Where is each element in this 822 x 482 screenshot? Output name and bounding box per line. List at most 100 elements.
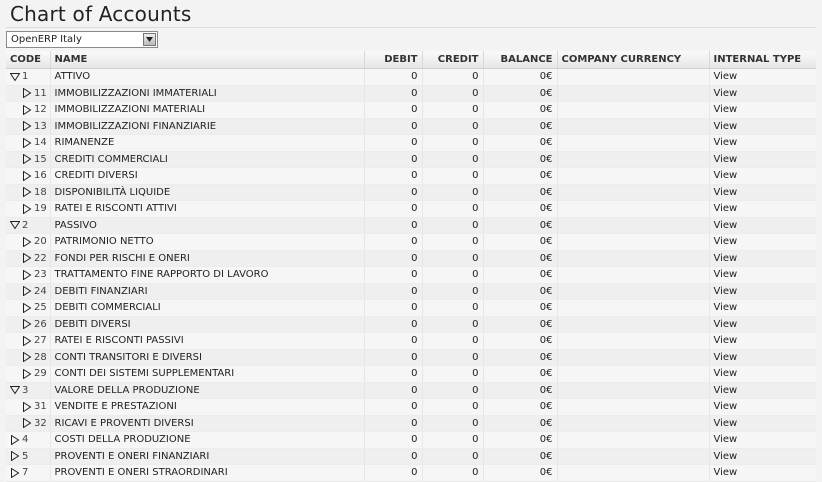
collapsed-triangle-icon[interactable] [22,417,32,429]
internal-type-link[interactable]: View [714,368,738,379]
cell-internal-type[interactable]: View [708,415,816,432]
table-row[interactable]: 12 IMMOBILIZZAZIONI MATERIALI 0 0 0€ View [6,101,816,119]
cell-code[interactable]: 16 [6,167,50,185]
cell-code[interactable]: 15 [6,151,50,168]
internal-type-link[interactable]: View [714,236,738,247]
cell-code[interactable]: 26 [6,316,50,333]
collapsed-triangle-icon[interactable] [10,450,20,462]
cell-internal-type[interactable]: View [708,200,816,218]
table-row[interactable]: 18 DISPONIBILITÀ LIQUIDE 0 0 0€ View [6,184,816,201]
cell-code[interactable]: 31 [6,398,50,416]
cell-internal-type[interactable]: View [708,217,816,234]
cell-internal-type[interactable]: View [708,184,816,201]
table-row[interactable]: 29 CONTI DEI SISTEMI SUPPLEMENTARI 0 0 0€ Vie… [6,365,816,383]
cell-code[interactable]: 13 [6,118,50,135]
collapsed-triangle-icon[interactable] [22,153,32,165]
cell-internal-type[interactable]: View [708,299,816,317]
internal-type-link[interactable]: View [714,302,738,313]
cell-code[interactable]: 24 [6,283,50,300]
cell-code[interactable]: 20 [6,233,50,251]
table-row[interactable]: 19 RATEI E RISCONTI ATTIVI 0 0 0€ View [6,200,816,218]
cell-internal-type[interactable]: View [708,134,816,152]
internal-type-link[interactable]: View [714,319,738,330]
cell-internal-type[interactable]: View [708,431,816,449]
cell-code[interactable]: 27 [6,332,50,350]
table-row[interactable]: 32 RICAVI E PROVENTI DIVERSI 0 0 0€ View [6,415,816,432]
expanded-triangle-icon[interactable] [9,385,21,395]
collapsed-triangle-icon[interactable] [22,285,32,297]
column-header-credit[interactable]: CREDIT [421,51,483,69]
table-row[interactable]: 28 CONTI TRANSITORI E DIVERSI 0 0 0€ View [6,349,816,366]
collapsed-triangle-icon[interactable] [22,401,32,413]
cell-internal-type[interactable]: View [708,85,816,102]
column-header-balance[interactable]: BALANCE [482,51,557,69]
cell-code[interactable]: 2 [6,217,50,234]
table-row[interactable]: 31 VENDITE E PRESTAZIONI 0 0 0€ View [6,398,816,416]
collapsed-triangle-icon[interactable] [22,203,32,215]
column-header-code[interactable]: CODE [6,51,50,69]
table-row[interactable]: 22 FONDI PER RISCHI E ONERI 0 0 0€ View [6,250,816,267]
collapsed-triangle-icon[interactable] [10,467,20,479]
internal-type-link[interactable]: View [714,286,738,297]
cell-code[interactable]: 14 [6,134,50,152]
dropdown-arrow-icon[interactable] [143,33,156,46]
cell-internal-type[interactable]: View [708,398,816,416]
cell-code[interactable]: 4 [6,431,50,449]
table-row[interactable]: 20 PATRIMONIO NETTO 0 0 0€ View [6,233,816,251]
internal-type-link[interactable]: View [714,137,738,148]
table-row[interactable]: 14 RIMANENZE 0 0 0€ View [6,134,816,152]
internal-type-link[interactable]: View [714,335,738,346]
table-row[interactable]: 5 PROVENTI E ONERI FINANZIARI 0 0 0€ View [6,448,816,465]
internal-type-link[interactable]: View [714,401,738,412]
cell-internal-type[interactable]: View [708,101,816,119]
expanded-triangle-icon[interactable] [9,72,21,82]
collapsed-triangle-icon[interactable] [22,252,32,264]
collapsed-triangle-icon[interactable] [22,186,32,198]
cell-code[interactable]: 22 [6,250,50,267]
internal-type-link[interactable]: View [714,434,738,445]
cell-internal-type[interactable]: View [708,266,816,284]
internal-type-link[interactable]: View [714,269,738,280]
table-row[interactable]: 7 PROVENTI E ONERI STRAORDINARI 0 0 0€ View [6,464,816,482]
cell-code[interactable]: 25 [6,299,50,317]
cell-code[interactable]: 32 [6,415,50,432]
collapsed-triangle-icon[interactable] [22,170,32,182]
cell-code[interactable]: 23 [6,266,50,284]
cell-code[interactable]: 12 [6,101,50,119]
collapsed-triangle-icon[interactable] [22,318,32,330]
collapsed-triangle-icon[interactable] [22,137,32,149]
table-row[interactable]: 24 DEBITI FINANZIARI 0 0 0€ View [6,283,816,300]
collapsed-triangle-icon[interactable] [22,368,32,380]
collapsed-triangle-icon[interactable] [22,351,32,363]
table-row[interactable]: 15 CREDITI COMMERCIALI 0 0 0€ View [6,151,816,168]
cell-code[interactable]: 29 [6,365,50,383]
table-row[interactable]: 13 IMMOBILIZZAZIONI FINANZIARIE 0 0 0€ View [6,118,816,135]
cell-internal-type[interactable]: View [708,316,816,333]
table-row[interactable]: 26 DEBITI DIVERSI 0 0 0€ View [6,316,816,333]
internal-type-link[interactable]: View [714,88,738,99]
cell-code[interactable]: 28 [6,349,50,366]
internal-type-link[interactable]: View [714,451,738,462]
chart-of-accounts-select[interactable]: OpenERP Italy [6,31,158,48]
internal-type-link[interactable]: View [714,203,738,214]
table-row[interactable]: 2 PASSIVO 0 0 0€ View [6,217,816,234]
table-row[interactable]: 4 COSTI DELLA PRODUZIONE 0 0 0€ View [6,431,816,449]
cell-internal-type[interactable]: View [708,167,816,185]
cell-code[interactable]: 19 [6,200,50,218]
table-row[interactable]: 23 TRATTAMENTO FINE RAPPORTO DI LAVORO 0 0 0… [6,266,816,284]
table-row[interactable]: 3 VALORE DELLA PRODUZIONE 0 0 0€ View [6,382,816,399]
cell-code[interactable]: 3 [6,382,50,399]
internal-type-link[interactable]: View [714,187,738,198]
internal-type-link[interactable]: View [714,418,738,429]
internal-type-link[interactable]: View [714,121,738,132]
table-row[interactable]: 25 DEBITI COMMERCIALI 0 0 0€ View [6,299,816,317]
cell-internal-type[interactable]: View [708,68,816,86]
internal-type-link[interactable]: View [714,154,738,165]
cell-code[interactable]: 7 [6,464,50,482]
collapsed-triangle-icon[interactable] [22,87,32,99]
cell-internal-type[interactable]: View [708,349,816,366]
cell-internal-type[interactable]: View [708,283,816,300]
cell-code[interactable]: 5 [6,448,50,465]
table-row[interactable]: 11 IMMOBILIZZAZIONI IMMATERIALI 0 0 0€ View [6,85,816,102]
column-header-debit[interactable]: DEBIT [363,51,422,69]
